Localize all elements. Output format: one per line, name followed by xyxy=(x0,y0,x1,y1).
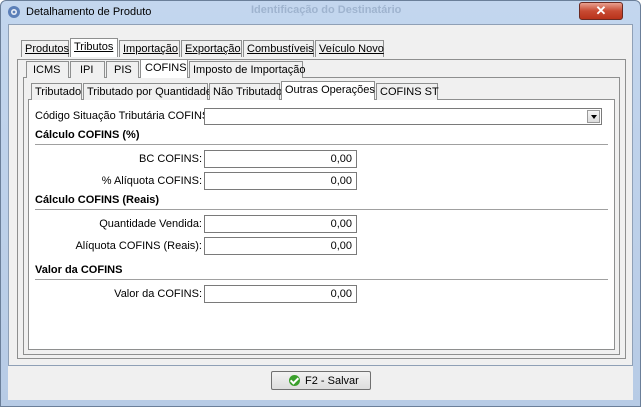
tab-label: COFINS xyxy=(145,62,187,74)
section-calculo-percent: Cálculo COFINS (%) xyxy=(35,129,140,141)
tab-label: Exportação xyxy=(185,43,241,55)
check-circle-icon xyxy=(289,375,300,386)
background-window-title: Identificação do Destinatário xyxy=(251,4,402,16)
tab-label: Combustíveis xyxy=(247,43,314,55)
tab-nao-tributado[interactable]: Não Tributado xyxy=(209,83,283,100)
chevron-down-icon[interactable] xyxy=(587,110,600,123)
tab-exportacao[interactable]: Exportação xyxy=(181,40,242,57)
tab-icms[interactable]: ICMS xyxy=(26,61,69,78)
tab-label: ICMS xyxy=(33,64,61,76)
tab-veiculo-novo[interactable]: Veículo Novo xyxy=(315,40,384,57)
tab-label: PIS xyxy=(114,64,132,76)
window-client-area: Produtos Tributos Importação Exportação … xyxy=(8,24,633,366)
aliquota-cofins-input[interactable]: 0,00 xyxy=(204,172,357,190)
valor-cofins-label: Valor da COFINS: xyxy=(114,288,202,300)
quantidade-vendida-input[interactable]: 0,00 xyxy=(204,215,357,233)
tab-label: Veículo Novo xyxy=(319,43,384,55)
tab-label: Não Tributado xyxy=(213,86,283,98)
bc-cofins-input[interactable]: 0,00 xyxy=(204,150,357,168)
tab-label: COFINS ST xyxy=(380,86,439,98)
tab-label: Tributos xyxy=(74,41,114,53)
tab-cofins[interactable]: COFINS xyxy=(140,59,188,78)
save-button-label: F2 - Salvar xyxy=(305,375,359,387)
section-divider xyxy=(35,209,608,210)
tab-label: Tributado xyxy=(35,86,82,98)
section-valor-cofins: Valor da COFINS xyxy=(35,264,123,276)
product-detail-window: Detalhamento de Produto Identificação do… xyxy=(0,0,641,407)
tab-ipi[interactable]: IPI xyxy=(70,61,105,78)
tab-imposto-importacao[interactable]: Imposto de Importação xyxy=(189,61,306,78)
close-icon: ✕ xyxy=(595,3,607,18)
close-button[interactable]: ✕ xyxy=(579,2,623,20)
aliquota-cofins-label: % Alíquota COFINS: xyxy=(101,175,202,187)
tab-label: Imposto de Importação xyxy=(193,64,306,76)
tab-label: Tributado por Quantidade xyxy=(87,86,212,98)
title-bar[interactable]: Detalhamento de Produto Identificação do… xyxy=(1,1,640,23)
section-divider xyxy=(35,144,608,145)
bc-cofins-label: BC COFINS: xyxy=(139,153,202,165)
tab-outras-operacoes[interactable]: Outras Operações xyxy=(281,81,375,100)
aliquota-reais-input[interactable]: 0,00 xyxy=(204,237,357,255)
tab-produtos[interactable]: Produtos xyxy=(21,40,69,57)
cst-label: Código Situação Tributária COFINS: xyxy=(35,110,213,122)
app-gear-icon xyxy=(8,6,20,18)
tab-combustiveis[interactable]: Combustíveis xyxy=(243,40,314,57)
tab-importacao[interactable]: Importação xyxy=(119,40,180,57)
quantidade-vendida-label: Quantidade Vendida: xyxy=(99,218,202,230)
aliquota-reais-label: Alíquota COFINS (Reais): xyxy=(75,240,202,252)
tab-label: Produtos xyxy=(25,43,70,55)
cst-select[interactable] xyxy=(204,108,602,125)
tab-pis[interactable]: PIS xyxy=(106,61,139,78)
section-divider xyxy=(35,279,608,280)
save-button[interactable]: F2 - Salvar xyxy=(271,371,371,390)
tab-cofins-st[interactable]: COFINS ST xyxy=(376,83,439,100)
tab-tributado[interactable]: Tributado xyxy=(31,83,82,100)
valor-cofins-input[interactable]: 0,00 xyxy=(204,285,357,303)
tab-tributado-quantidade[interactable]: Tributado por Quantidade xyxy=(83,83,212,100)
tab-label: IPI xyxy=(80,64,94,76)
tab-tributos[interactable]: Tributos xyxy=(70,38,118,57)
tab-label: Importação xyxy=(123,43,179,55)
window-title: Detalhamento de Produto xyxy=(26,6,152,18)
section-calculo-reais: Cálculo COFINS (Reais) xyxy=(35,194,160,206)
tab-label: Outras Operações xyxy=(285,84,375,96)
